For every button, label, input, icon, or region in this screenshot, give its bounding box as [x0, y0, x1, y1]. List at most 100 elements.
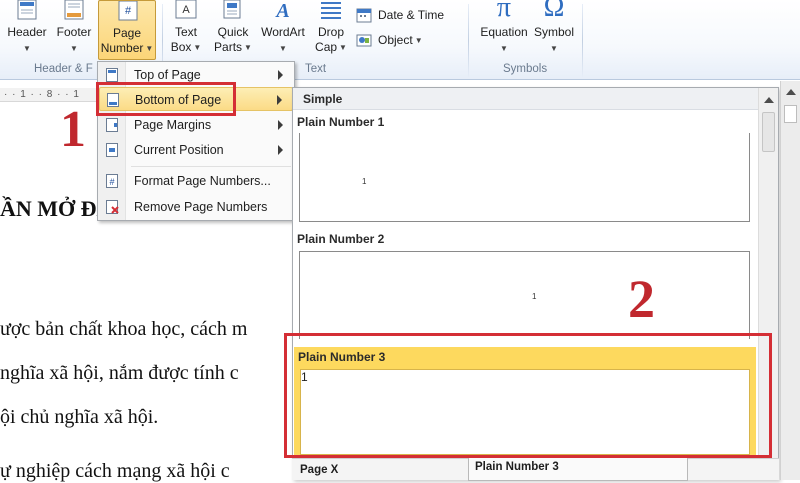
pi-icon: π: [496, 0, 512, 23]
menu-item-label: Format Page Numbers...: [134, 174, 271, 188]
step-number-2: 2: [628, 269, 655, 329]
object-button[interactable]: Object ▼: [356, 31, 456, 51]
drop-cap-label-line1: Drop: [317, 25, 344, 39]
chevron-down-icon: ▼: [339, 43, 347, 53]
menu-item-label: Current Position: [134, 143, 224, 157]
submenu-arrow-icon: [278, 145, 283, 155]
current-position-icon: [106, 143, 118, 157]
quick-parts-label-line1: Quick: [217, 25, 249, 39]
chevron-down-icon: ▼: [279, 44, 287, 53]
gallery-item-page-x[interactable]: Page X: [300, 464, 338, 476]
svg-text:A: A: [182, 4, 190, 16]
menu-item-remove-page-numbers[interactable]: Remove Page Numbers: [99, 195, 293, 219]
footer-icon: [64, 0, 84, 20]
page-number-label-line1: Page: [112, 26, 142, 40]
menu-item-current-position[interactable]: Current Position: [99, 138, 293, 162]
wordart-button[interactable]: A WordArt ▼: [258, 0, 308, 62]
scroll-up-button[interactable]: [784, 85, 797, 99]
quick-parts-label-line2: Parts: [214, 40, 243, 54]
symbol-button[interactable]: Ω Symbol ▼: [532, 0, 576, 62]
gallery-item-plain-number-1[interactable]: 1: [299, 133, 750, 222]
chevron-down-icon: ▼: [550, 44, 558, 53]
text-box-label-row: Box ▼: [166, 40, 206, 55]
menu-separator: [131, 166, 291, 167]
chevron-down-icon: ▼: [500, 44, 508, 53]
group-label-header-footer: Header & F: [34, 63, 93, 75]
group-label-symbols: Symbols: [503, 63, 548, 75]
gallery-item-plain-number-2[interactable]: 1: [299, 251, 750, 339]
omega-icon: Ω: [543, 0, 565, 23]
submenu-arrow-icon: [278, 120, 283, 130]
gallery-tooltip: Plain Number 3: [468, 456, 688, 481]
text-box-icon: A: [175, 0, 197, 19]
wordart-label: WordArt: [261, 25, 305, 39]
group-separator: [468, 4, 469, 78]
header-icon: [17, 0, 37, 20]
group-label-text: Text: [305, 63, 327, 75]
quick-parts-icon: [223, 0, 241, 19]
chevron-down-icon: ▼: [23, 44, 31, 53]
arrow-up-icon: [764, 97, 774, 103]
svg-text:#: #: [109, 177, 114, 187]
group-separator: [582, 4, 583, 78]
chevron-down-icon: ▼: [414, 36, 423, 46]
format-page-numbers-icon: #: [106, 174, 118, 188]
page-number-sample: 1: [532, 292, 537, 301]
scrollbar-thumb[interactable]: [762, 112, 775, 152]
object-label: Object: [378, 33, 413, 47]
header-button[interactable]: Header ▼: [4, 0, 50, 62]
text-box-button[interactable]: A Text Box ▼: [166, 0, 206, 62]
drop-cap-label-line2: Cap: [315, 40, 338, 54]
equation-button[interactable]: π Equation ▼: [476, 0, 532, 62]
scroll-up-button[interactable]: [762, 93, 775, 107]
page-top-icon: [106, 68, 118, 82]
chevron-down-icon: ▼: [145, 44, 154, 54]
page-number-button[interactable]: # Page Number ▼: [98, 0, 156, 60]
gallery-section-header: Simple: [293, 88, 759, 110]
symbol-label: Symbol: [533, 25, 574, 39]
ruler-toggle-button[interactable]: [784, 105, 797, 123]
gallery-item-title: Plain Number 2: [297, 232, 385, 246]
submenu-arrow-icon: [277, 95, 282, 105]
footer-label: Footer: [56, 25, 92, 39]
chevron-down-icon: ▼: [244, 43, 252, 53]
header-label: Header: [7, 25, 47, 39]
object-label-row: Object ▼: [378, 33, 423, 47]
menu-item-format-page-numbers[interactable]: # Format Page Numbers...: [99, 169, 293, 193]
document-line: ược bản chất khoa học, cách m: [0, 318, 248, 340]
chevron-down-icon: ▼: [70, 44, 78, 53]
menu-item-label: Remove Page Numbers: [134, 200, 268, 214]
page-margins-icon: [106, 118, 118, 132]
drop-cap-label-row: Cap ▼: [310, 40, 352, 55]
menu-item-label: Page Margins: [134, 118, 212, 132]
quick-parts-label-row: Parts ▼: [210, 40, 256, 55]
menu-item-page-margins[interactable]: Page Margins: [99, 113, 293, 137]
svg-text:#: #: [125, 5, 132, 17]
document-line: ội chủ nghĩa xã hội.: [0, 406, 159, 428]
date-time-button[interactable]: Date & Time: [356, 6, 456, 26]
page-number-icon: #: [118, 1, 138, 21]
object-icon: [356, 34, 372, 47]
gallery-item-title: Plain Number 1: [297, 115, 385, 129]
footer-button[interactable]: Footer ▼: [52, 0, 96, 62]
quick-parts-button[interactable]: Quick Parts ▼: [210, 0, 256, 62]
text-box-label-line1: Text: [174, 25, 197, 39]
tooltip-title: Plain Number 3: [475, 461, 559, 473]
document-scrollbar[interactable]: [780, 81, 800, 480]
page-number-label-row: Number ▼: [99, 41, 155, 56]
arrow-up-icon: [786, 89, 796, 95]
calendar-icon: [356, 8, 372, 23]
ruler-marks: · · 1 · · 8 · · 1: [4, 89, 80, 100]
drop-cap-button[interactable]: Drop Cap ▼: [310, 0, 352, 62]
text-box-label-line2: Box: [170, 40, 192, 54]
submenu-arrow-icon: [278, 70, 283, 80]
gallery-next-row: Page X Plain Number 3: [292, 456, 779, 481]
date-time-label: Date & Time: [378, 8, 445, 22]
step1-highlight-box: [96, 82, 236, 116]
step-number-1: 1: [60, 101, 86, 158]
chevron-down-icon: ▼: [193, 43, 202, 53]
drop-cap-icon: [321, 2, 341, 19]
document-line: nghĩa xã hội, nắm được tính c: [0, 362, 239, 384]
page-number-label-line2: Number: [100, 41, 144, 55]
remove-page-numbers-icon: [106, 200, 119, 214]
